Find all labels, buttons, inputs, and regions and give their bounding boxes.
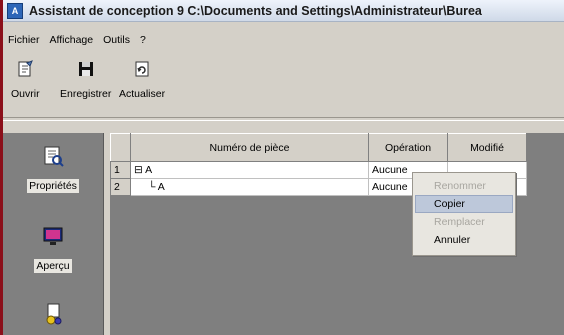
row-number: 1 [110, 161, 131, 179]
app-icon: A [7, 2, 23, 19]
monitor-icon [43, 227, 63, 245]
refresh-icon [135, 61, 149, 77]
expand-toggle-icon[interactable]: ⊟ [134, 164, 143, 176]
menu-item-replace[interactable]: Remplacer [413, 213, 515, 231]
open-document-icon [18, 60, 34, 77]
save-label: Enregistrer [60, 88, 112, 100]
part-cell[interactable]: ⊟ A [130, 161, 369, 179]
refresh-button[interactable]: Actualiser [119, 60, 165, 100]
menu-bar: Fichier Affichage Outils ? [3, 32, 151, 48]
open-label: Ouvrir [11, 88, 40, 100]
properties-label: Propriétés [27, 179, 79, 193]
menu-help[interactable]: ? [135, 34, 151, 46]
application-window: A Assistant de conception 9 C:\Documents… [0, 0, 564, 335]
tools-button[interactable] [3, 303, 103, 325]
refresh-label: Actualiser [119, 88, 166, 100]
context-menu: Renommer Copier Remplacer Annuler [412, 172, 516, 256]
menu-item-copy[interactable]: Copier [415, 195, 513, 213]
column-header-operation[interactable]: Opération [368, 133, 448, 162]
tree-branch-icon: └ [148, 181, 156, 193]
properties-button[interactable]: Propriétés [3, 145, 103, 193]
menu-fichier[interactable]: Fichier [3, 34, 45, 46]
column-header-modified[interactable]: Modifié [447, 133, 527, 162]
menu-outils[interactable]: Outils [98, 34, 135, 46]
toolbar-divider [3, 117, 564, 121]
table-header-row: Numéro de pièce Opération Modifié [110, 133, 527, 162]
preview-button[interactable]: Aperçu [3, 225, 103, 273]
part-number: A [145, 164, 153, 176]
menu-affichage[interactable]: Affichage [45, 34, 99, 46]
properties-icon [44, 146, 64, 167]
preview-label: Aperçu [34, 259, 72, 273]
part-cell[interactable]: └ A [130, 178, 369, 196]
row-number: 2 [110, 178, 131, 196]
toolbar: Ouvrir Enregistrer Actualiser [3, 52, 564, 114]
menu-item-rename[interactable]: Renommer [413, 177, 515, 195]
column-header-part[interactable]: Numéro de pièce [130, 133, 369, 162]
window-title: Assistant de conception 9 C:\Documents a… [29, 3, 482, 18]
floppy-disk-icon [78, 62, 93, 76]
part-number: A [157, 181, 165, 193]
save-button[interactable]: Enregistrer [60, 60, 111, 100]
title-bar[interactable]: A Assistant de conception 9 C:\Documents… [3, 0, 564, 22]
open-button[interactable]: Ouvrir [11, 60, 40, 100]
menu-item-cancel[interactable]: Annuler [413, 231, 515, 249]
document-tools-icon [46, 303, 62, 325]
sidebar: Propriétés Aperçu [3, 133, 104, 335]
row-number-header [110, 133, 131, 162]
